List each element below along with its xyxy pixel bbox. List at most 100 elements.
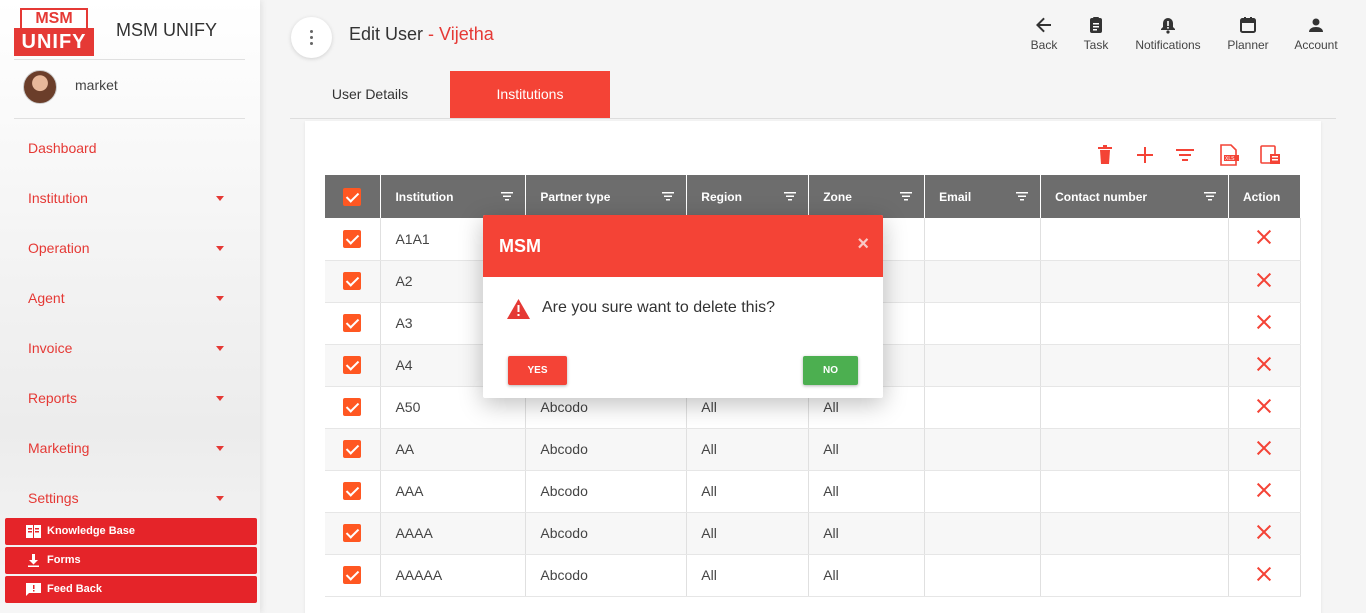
close-icon[interactable]: × <box>857 233 869 256</box>
cell-contact-number <box>1040 218 1229 261</box>
caret-down-icon <box>216 246 224 251</box>
table-cell <box>325 554 382 597</box>
notifications-button[interactable]: Notifications <box>1130 16 1206 56</box>
page-title-user: - Vijetha <box>423 24 494 44</box>
filter-icon[interactable] <box>1203 192 1216 201</box>
column-header-institution[interactable]: Institution <box>380 175 527 218</box>
user-name: market <box>75 77 118 93</box>
sidebar-item-invoice[interactable]: Invoice <box>28 336 228 360</box>
cell-partner-type: Abcodo <box>525 512 688 555</box>
sidebar-item-institution[interactable]: Institution <box>28 186 228 210</box>
column-label: Institution <box>395 189 454 204</box>
sidebar-item-marketing[interactable]: Marketing <box>28 436 228 460</box>
filter-icon[interactable] <box>1174 144 1196 166</box>
sidebar-item-label: Settings <box>28 490 79 506</box>
column-header-region[interactable]: Region <box>686 175 810 218</box>
row-checkbox[interactable] <box>343 314 361 333</box>
delete-row-icon[interactable] <box>1256 229 1272 245</box>
sidebar-item-dashboard[interactable]: Dashboard <box>28 136 228 160</box>
row-checkbox[interactable] <box>343 356 361 375</box>
cell-contact-number <box>1040 260 1229 303</box>
task-button[interactable]: Task <box>1078 16 1114 56</box>
tab-user-details[interactable]: User Details <box>290 71 450 118</box>
table-row[interactable]: AAAA Abcodo All All <box>325 512 1302 555</box>
delete-icon[interactable] <box>1094 144 1116 166</box>
export-xls-icon[interactable]: XLS <box>1218 144 1240 166</box>
row-checkbox[interactable] <box>343 566 361 585</box>
select-all-checkbox[interactable] <box>343 187 361 206</box>
table-cell <box>325 302 382 345</box>
column-settings-icon[interactable] <box>1259 144 1281 166</box>
filter-icon[interactable] <box>501 192 514 201</box>
cell-partner-type: Abcodo <box>525 470 688 513</box>
avatar[interactable] <box>23 70 57 104</box>
cell-region: All <box>686 470 810 513</box>
column-label: Region <box>701 189 742 204</box>
no-button[interactable]: NO <box>803 356 858 385</box>
more-menu-button[interactable] <box>291 17 332 58</box>
column-label: Partner type <box>540 189 611 204</box>
cell-partner-type: Abcodo <box>525 554 688 597</box>
column-header-email[interactable]: Email <box>924 175 1042 218</box>
table-row[interactable]: AAAAA Abcodo All All <box>325 554 1302 597</box>
column-header-partner-type[interactable]: Partner type <box>525 175 688 218</box>
cell-region: All <box>686 428 810 471</box>
delete-row-icon[interactable] <box>1256 440 1272 456</box>
warning-icon <box>507 299 530 319</box>
delete-row-icon[interactable] <box>1256 398 1272 414</box>
page-title-text: Edit User <box>349 24 424 44</box>
cell-contact-number <box>1040 470 1229 513</box>
delete-row-icon[interactable] <box>1256 482 1272 498</box>
sidebar-item-operation[interactable]: Operation <box>28 236 228 260</box>
tab-institutions[interactable]: Institutions <box>450 71 610 118</box>
cell-institution: AAA <box>380 470 527 513</box>
sidebar-item-label: Dashboard <box>28 140 97 156</box>
filter-icon[interactable] <box>900 192 913 201</box>
row-checkbox[interactable] <box>343 229 361 248</box>
delete-row-icon[interactable] <box>1256 566 1272 582</box>
cell-email <box>924 470 1042 513</box>
logo-bottom-text: UNIFY <box>14 28 94 56</box>
cell-region: All <box>686 512 810 555</box>
filter-icon[interactable] <box>1016 192 1029 201</box>
caret-down-icon <box>216 196 224 201</box>
delete-row-icon[interactable] <box>1256 272 1272 288</box>
brand-logo[interactable]: MSM UNIFY <box>14 8 94 56</box>
yes-button[interactable]: YES <box>508 356 567 385</box>
cell-contact-number <box>1040 512 1229 555</box>
row-checkbox[interactable] <box>343 482 361 501</box>
sidebar-item-reports[interactable]: Reports <box>28 386 228 410</box>
sidebar-item-agent[interactable]: Agent <box>28 286 228 310</box>
column-header-contact-number[interactable]: Contact number <box>1040 175 1229 218</box>
add-icon[interactable] <box>1134 144 1156 166</box>
row-checkbox[interactable] <box>343 272 361 291</box>
table-row[interactable]: AAA Abcodo All All <box>325 470 1302 513</box>
sidebar-item-settings[interactable]: Settings <box>28 486 228 510</box>
sidebar-item-label: Invoice <box>28 340 73 356</box>
table-cell <box>325 512 382 555</box>
table-row[interactable]: AA Abcodo All All <box>325 428 1302 471</box>
delete-row-icon[interactable] <box>1256 314 1272 330</box>
page-title: Edit User - Vijetha <box>349 24 494 45</box>
table-cell <box>1228 470 1302 513</box>
forms-button[interactable]: Forms <box>5 547 257 574</box>
filter-icon[interactable] <box>784 192 797 201</box>
delete-row-icon[interactable] <box>1256 524 1272 540</box>
table-cell <box>325 470 382 513</box>
feedback-button[interactable]: Feed Back <box>5 576 257 603</box>
feedback-label: Feed Back <box>47 583 103 595</box>
back-button[interactable]: Back <box>1024 16 1064 56</box>
delete-row-icon[interactable] <box>1256 356 1272 372</box>
planner-button[interactable]: Planner <box>1224 16 1272 56</box>
knowledge-base-button[interactable]: Knowledge Base <box>5 518 257 545</box>
column-header-zone[interactable]: Zone <box>808 175 926 218</box>
logo-top-text: MSM <box>20 8 88 30</box>
select-all-header[interactable] <box>325 175 382 218</box>
row-checkbox[interactable] <box>343 524 361 543</box>
row-checkbox[interactable] <box>343 440 361 459</box>
bell-icon <box>1161 18 1175 34</box>
filter-icon[interactable] <box>662 192 675 201</box>
cell-email <box>924 512 1042 555</box>
account-button[interactable]: Account <box>1290 16 1342 56</box>
row-checkbox[interactable] <box>343 398 361 417</box>
